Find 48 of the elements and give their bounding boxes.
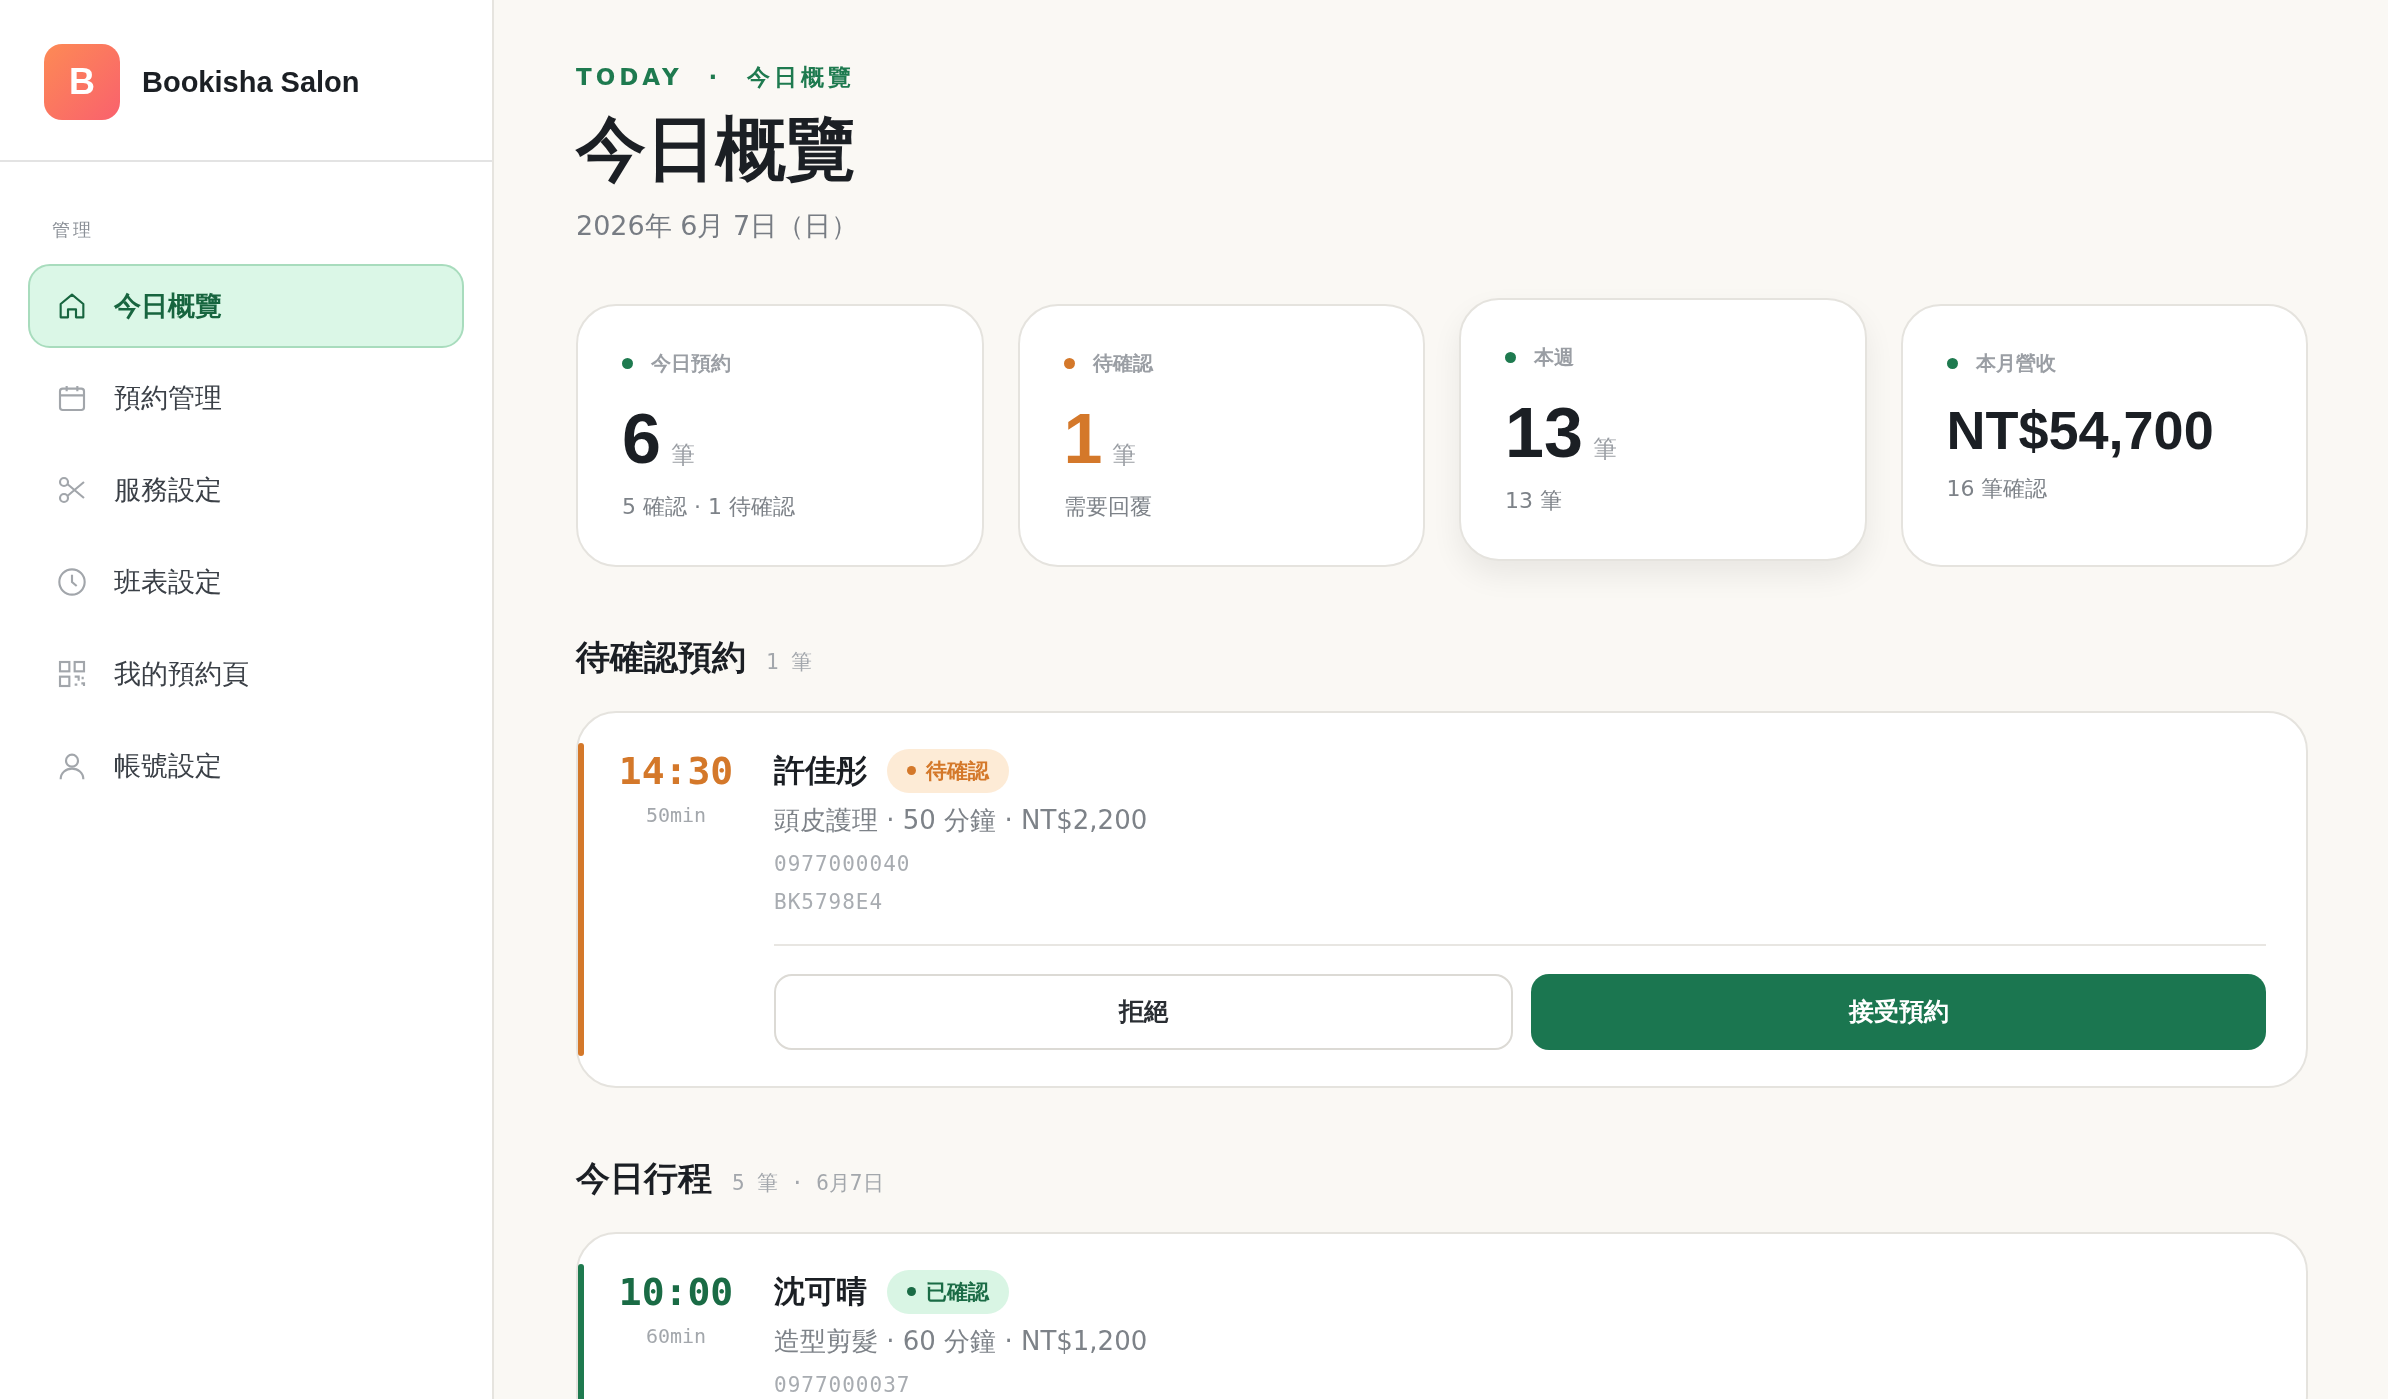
brand-name: Bookisha Salon [142, 65, 360, 99]
section-count: 1 筆 [766, 648, 813, 676]
nav-item[interactable]: 服務設定 [28, 448, 464, 532]
stat-label: 本月營收 [1975, 349, 2056, 377]
nav-item[interactable]: 我的預約頁 [28, 632, 464, 716]
page-title: 今日概覽 [576, 109, 856, 190]
qr-code-icon [56, 658, 88, 690]
stat-note: 需要回覆 [1063, 492, 1153, 521]
booking-duration: 60min [645, 1323, 707, 1348]
stat-label: 今日預約 [651, 349, 731, 377]
service-details: 頭皮護理 · 50 分鐘 · NT$2,200 [774, 803, 1148, 837]
stat-note: 16 筆確認 [1946, 474, 2049, 503]
stat-value: 1 [1063, 400, 1103, 478]
page-date: 2026年 6月 7日（日） [576, 208, 859, 243]
stat-value: 6 [622, 400, 661, 478]
stat-unit: 筆 [1592, 433, 1617, 465]
customer-name: 沈可晴 [774, 1271, 867, 1311]
nav-item[interactable]: 班表設定 [28, 540, 464, 624]
customer-name: 許佳彤 [774, 750, 867, 790]
stat-label: 本週 [1534, 343, 1574, 371]
section-title: 今日行程 [576, 1156, 712, 1200]
status-badge: 已確認 [887, 1269, 1009, 1314]
booking-time: 10:00 [618, 1269, 734, 1314]
nav-item[interactable]: 預約管理 [28, 356, 464, 440]
reject-button[interactable]: 拒絕 [774, 973, 1513, 1050]
stat-note: 13 筆 [1505, 486, 1563, 515]
booking-duration: 50min [645, 802, 707, 827]
booking-time: 14:30 [618, 748, 734, 793]
section-label: 管理 [52, 218, 95, 242]
page-eyebrow: TODAY · 今日概覽 [576, 63, 856, 92]
stat-label: 待確認 [1092, 349, 1153, 377]
stat-unit: 筆 [1112, 439, 1137, 471]
nav-item[interactable]: 今日概覽 [28, 264, 464, 348]
stat-note: 5 確認 · 1 待確認 [622, 492, 796, 521]
nav-item[interactable]: 帳號設定 [28, 724, 464, 808]
phone-number: 0977000037 [774, 1372, 911, 1397]
clock-icon [56, 566, 88, 598]
section-count: 5 筆 · 6月7日 [732, 1169, 884, 1197]
status-badge: 待確認 [887, 748, 1009, 793]
booking-code: BK5798E4 [774, 889, 884, 914]
stat-unit: 筆 [670, 439, 695, 471]
stat-value: NT$54,700 [1946, 400, 2214, 460]
section-title: 待確認預約 [576, 635, 746, 679]
phone-number: 0977000040 [774, 851, 911, 876]
service-details: 造型剪髮 · 60 分鐘 · NT$1,200 [774, 1324, 1148, 1358]
accept-button[interactable]: 接受預約 [1531, 973, 2266, 1050]
stat-value: 13 [1505, 394, 1583, 472]
logo: B [44, 44, 120, 120]
